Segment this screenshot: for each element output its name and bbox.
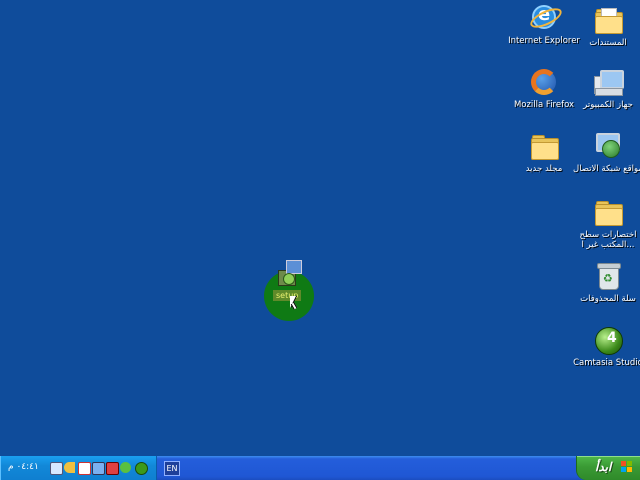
network-connection-icon[interactable]: [92, 462, 105, 475]
start-label: ابدأ: [595, 460, 612, 474]
windows-logo-icon: [621, 461, 633, 473]
desktop-icon-camtasia[interactable]: 4 Camtasia Studio: [570, 324, 640, 368]
desktop-icon-new-folder[interactable]: مجلد جديد: [506, 130, 582, 174]
setup-icon-label[interactable]: setup: [273, 290, 302, 301]
desktop[interactable]: المستندات Internet Explorer جهاز الكمبيو…: [0, 0, 640, 456]
camtasia-recorder-icon[interactable]: [135, 462, 148, 475]
volume-icon[interactable]: [64, 462, 75, 473]
desktop-icon-label: Camtasia Studio: [573, 358, 640, 368]
language-indicator[interactable]: EN: [164, 461, 180, 476]
desktop-icon-label: سلة المحذوفات: [580, 294, 636, 304]
system-tray: ٠٤:٤١ م: [0, 456, 157, 480]
start-button[interactable]: ابدأ: [576, 456, 640, 480]
desktop-icon-label: Mozilla Firefox: [513, 100, 575, 110]
clock[interactable]: ٠٤:٤١ م: [8, 462, 39, 472]
setup-icon[interactable]: [276, 260, 302, 286]
internet-explorer-icon: [527, 2, 565, 34]
download-manager-icon[interactable]: [120, 462, 131, 473]
network-tray-icon[interactable]: [50, 462, 63, 475]
gmail-icon[interactable]: [78, 462, 91, 475]
desktop-icon-firefox[interactable]: Mozilla Firefox: [506, 66, 582, 110]
folder-icon: [592, 4, 624, 36]
desktop-icon-recycle-bin[interactable]: ♻ سلة المحذوفات: [570, 260, 640, 304]
firefox-icon: [528, 66, 560, 98]
recycle-bin-icon: ♻: [592, 260, 624, 292]
desktop-icon-label: Internet Explorer: [508, 36, 580, 46]
security-alert-icon[interactable]: [106, 462, 119, 475]
desktop-icon-shortcuts[interactable]: اختصارات سطح المكتب غير ا...: [570, 196, 640, 250]
folder-icon: [528, 130, 560, 162]
camtasia-icon: 4: [592, 324, 624, 356]
taskbar: ٠٤:٤١ م EN ابدأ: [0, 456, 640, 480]
folder-icon: [592, 196, 624, 228]
desktop-icon-label: مجلد جديد: [525, 164, 563, 174]
computer-icon: [592, 66, 624, 98]
desktop-icon-label: اختصارات سطح المكتب غير ا...: [579, 230, 637, 250]
desktop-icon-internet-explorer[interactable]: Internet Explorer: [506, 2, 582, 46]
network-places-icon: [592, 130, 624, 162]
